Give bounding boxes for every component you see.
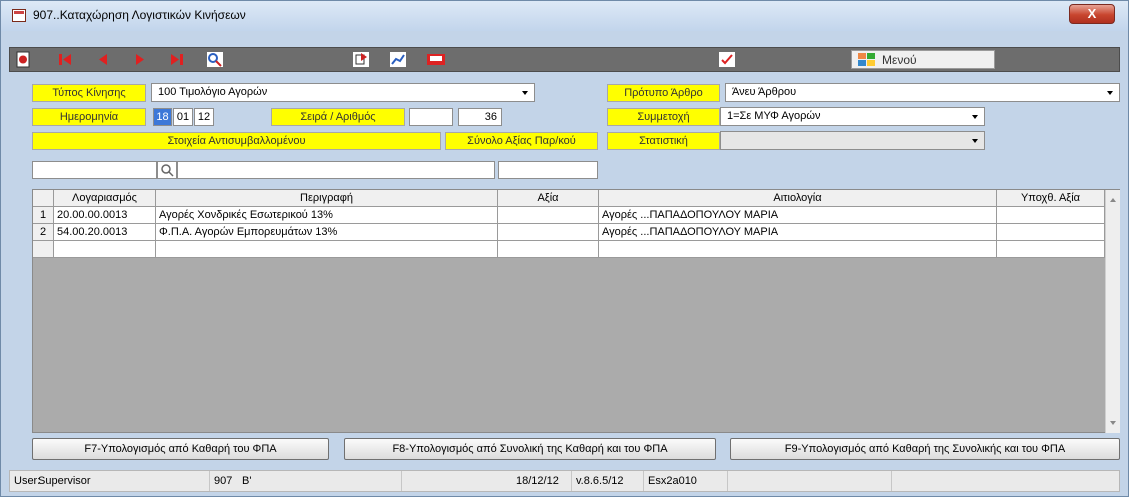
grid-header-num bbox=[33, 190, 54, 207]
last-icon[interactable] bbox=[168, 51, 188, 68]
print-icon[interactable] bbox=[426, 51, 446, 68]
title-bar: 907..Καταχώρηση Λογιστικών Κινήσεων X bbox=[1, 1, 1128, 31]
status-bar: User: Supervisor 907 B' 18/12/12 v.8.6.5… bbox=[9, 470, 1120, 492]
statistic-select[interactable] bbox=[720, 131, 985, 150]
record-icon[interactable] bbox=[15, 51, 35, 68]
date-month-field[interactable]: 01 bbox=[173, 108, 193, 126]
scroll-down-icon[interactable] bbox=[1110, 421, 1116, 425]
series-label: Σειρά / Αριθμός bbox=[271, 108, 405, 126]
participation-label: Συμμετοχή bbox=[607, 108, 720, 126]
template-label: Πρότυπο Άρθρο bbox=[607, 84, 720, 102]
chevron-down-icon bbox=[1107, 91, 1113, 95]
cell-description[interactable]: Αγορές Χονδρικές Εσωτερικού 13% bbox=[156, 207, 498, 224]
date-year-field[interactable]: 12 bbox=[194, 108, 214, 126]
counterparty-code-field[interactable] bbox=[32, 161, 157, 179]
cell-account[interactable] bbox=[54, 241, 156, 258]
movement-type-select[interactable]: 100 Τιμολόγιο Αγορών bbox=[151, 83, 535, 102]
next-icon[interactable] bbox=[131, 51, 151, 68]
cell-value[interactable] bbox=[498, 224, 599, 241]
copy-icon[interactable] bbox=[352, 51, 372, 68]
date-label: Ημερομηνία bbox=[32, 108, 146, 126]
cell-reason[interactable]: Αγορές ...ΠΑΠΑΔΟΠΟΥΛΟΥ ΜΑΡΙΑ bbox=[599, 207, 997, 224]
counterparty-label: Στοιχεία Αντισυμβαλλομένου bbox=[32, 132, 441, 150]
status-version: v.8.6.5/12 bbox=[572, 471, 644, 491]
cell-reason[interactable]: Αγορές ...ΠΑΠΑΔΟΠΟΥΛΟΥ ΜΑΡΙΑ bbox=[599, 224, 997, 241]
lookup-button[interactable] bbox=[157, 161, 177, 179]
menu-button[interactable]: Μενού bbox=[851, 50, 995, 69]
cell-liable[interactable] bbox=[997, 224, 1105, 241]
participation-value: 1=Σε ΜΥΦ Αγορών bbox=[727, 110, 821, 122]
status-code: 907 bbox=[214, 475, 233, 487]
cell-description[interactable] bbox=[156, 241, 498, 258]
total-value-label: Σύνολο Αξίας Παρ/κού bbox=[445, 132, 598, 150]
template-value: Άνευ Άρθρου bbox=[732, 86, 797, 98]
status-period: B' bbox=[238, 471, 402, 491]
cell-liable[interactable] bbox=[997, 241, 1105, 258]
f8-calc-button[interactable]: F8-Υπολογισμός από Συνολική της Καθαρή κ… bbox=[344, 438, 716, 460]
first-icon[interactable] bbox=[56, 51, 76, 68]
close-button[interactable]: X bbox=[1069, 4, 1115, 24]
grid-header-liable[interactable]: Υποχθ. Αξία bbox=[997, 190, 1105, 207]
template-select[interactable]: Άνευ Άρθρου bbox=[725, 83, 1120, 102]
prev-icon[interactable] bbox=[94, 51, 114, 68]
grid-header-description[interactable]: Περιγραφή bbox=[156, 190, 498, 207]
participation-select[interactable]: 1=Σε ΜΥΦ Αγορών bbox=[720, 107, 985, 126]
search-icon[interactable] bbox=[206, 51, 226, 68]
cell-account[interactable]: 54.00.20.0013 bbox=[54, 224, 156, 241]
f9-calc-button[interactable]: F9-Υπολογισμός από Καθαρή της Συνολικής … bbox=[730, 438, 1120, 460]
cell-value[interactable] bbox=[498, 207, 599, 224]
chart-icon[interactable] bbox=[389, 51, 409, 68]
check-icon[interactable] bbox=[718, 51, 738, 68]
menu-icon bbox=[858, 53, 876, 70]
status-user: Supervisor bbox=[34, 471, 210, 491]
search-icon bbox=[161, 164, 174, 177]
app-icon bbox=[12, 9, 26, 22]
f7-calc-button[interactable]: F7-Υπολογισμός από Καθαρή του ΦΠΑ bbox=[32, 438, 329, 460]
cell-account[interactable]: 20.00.00.0013 bbox=[54, 207, 156, 224]
cell-description[interactable]: Φ.Π.Α. Αγορών Εμπορευμάτων 13% bbox=[156, 224, 498, 241]
grid-header-value[interactable]: Αξία bbox=[498, 190, 599, 207]
vertical-scrollbar[interactable] bbox=[1105, 190, 1120, 433]
status-db: Esx2a010 bbox=[644, 471, 728, 491]
chevron-down-icon bbox=[522, 91, 528, 95]
statistic-label: Στατιστική bbox=[607, 132, 720, 150]
menu-label: Μενού bbox=[882, 53, 917, 67]
grid-header-reason[interactable]: Αιτιολογία bbox=[599, 190, 997, 207]
scroll-up-icon[interactable] bbox=[1110, 198, 1116, 202]
row-number[interactable]: 2 bbox=[33, 224, 54, 241]
entries-grid: Λογαριασμός Περιγραφή Αξία Αιτιολογία Υπ… bbox=[32, 189, 1120, 433]
counterparty-name-field[interactable] bbox=[177, 161, 495, 179]
total-value-field[interactable] bbox=[498, 161, 598, 179]
movement-type-value: 100 Τιμολόγιο Αγορών bbox=[158, 86, 268, 98]
movement-type-label: Τύπος Κίνησης bbox=[32, 84, 146, 102]
date-day-field[interactable]: 18 bbox=[153, 108, 172, 126]
row-number[interactable] bbox=[33, 241, 54, 258]
chevron-down-icon bbox=[972, 115, 978, 119]
cell-value[interactable] bbox=[498, 241, 599, 258]
series-field[interactable] bbox=[409, 108, 453, 126]
window-title: 907..Καταχώρηση Λογιστικών Κινήσεων bbox=[33, 8, 246, 22]
status-date: 18/12/12 bbox=[512, 471, 572, 491]
cell-reason[interactable] bbox=[599, 241, 997, 258]
chevron-down-icon bbox=[972, 139, 978, 143]
grid-header-account[interactable]: Λογαριασμός bbox=[54, 190, 156, 207]
main-window: 907..Καταχώρηση Λογιστικών Κινήσεων X Με… bbox=[0, 0, 1129, 497]
cell-liable[interactable] bbox=[997, 207, 1105, 224]
toolbar: Μενού bbox=[9, 47, 1120, 72]
number-field[interactable]: 36 bbox=[458, 108, 502, 126]
row-number[interactable]: 1 bbox=[33, 207, 54, 224]
